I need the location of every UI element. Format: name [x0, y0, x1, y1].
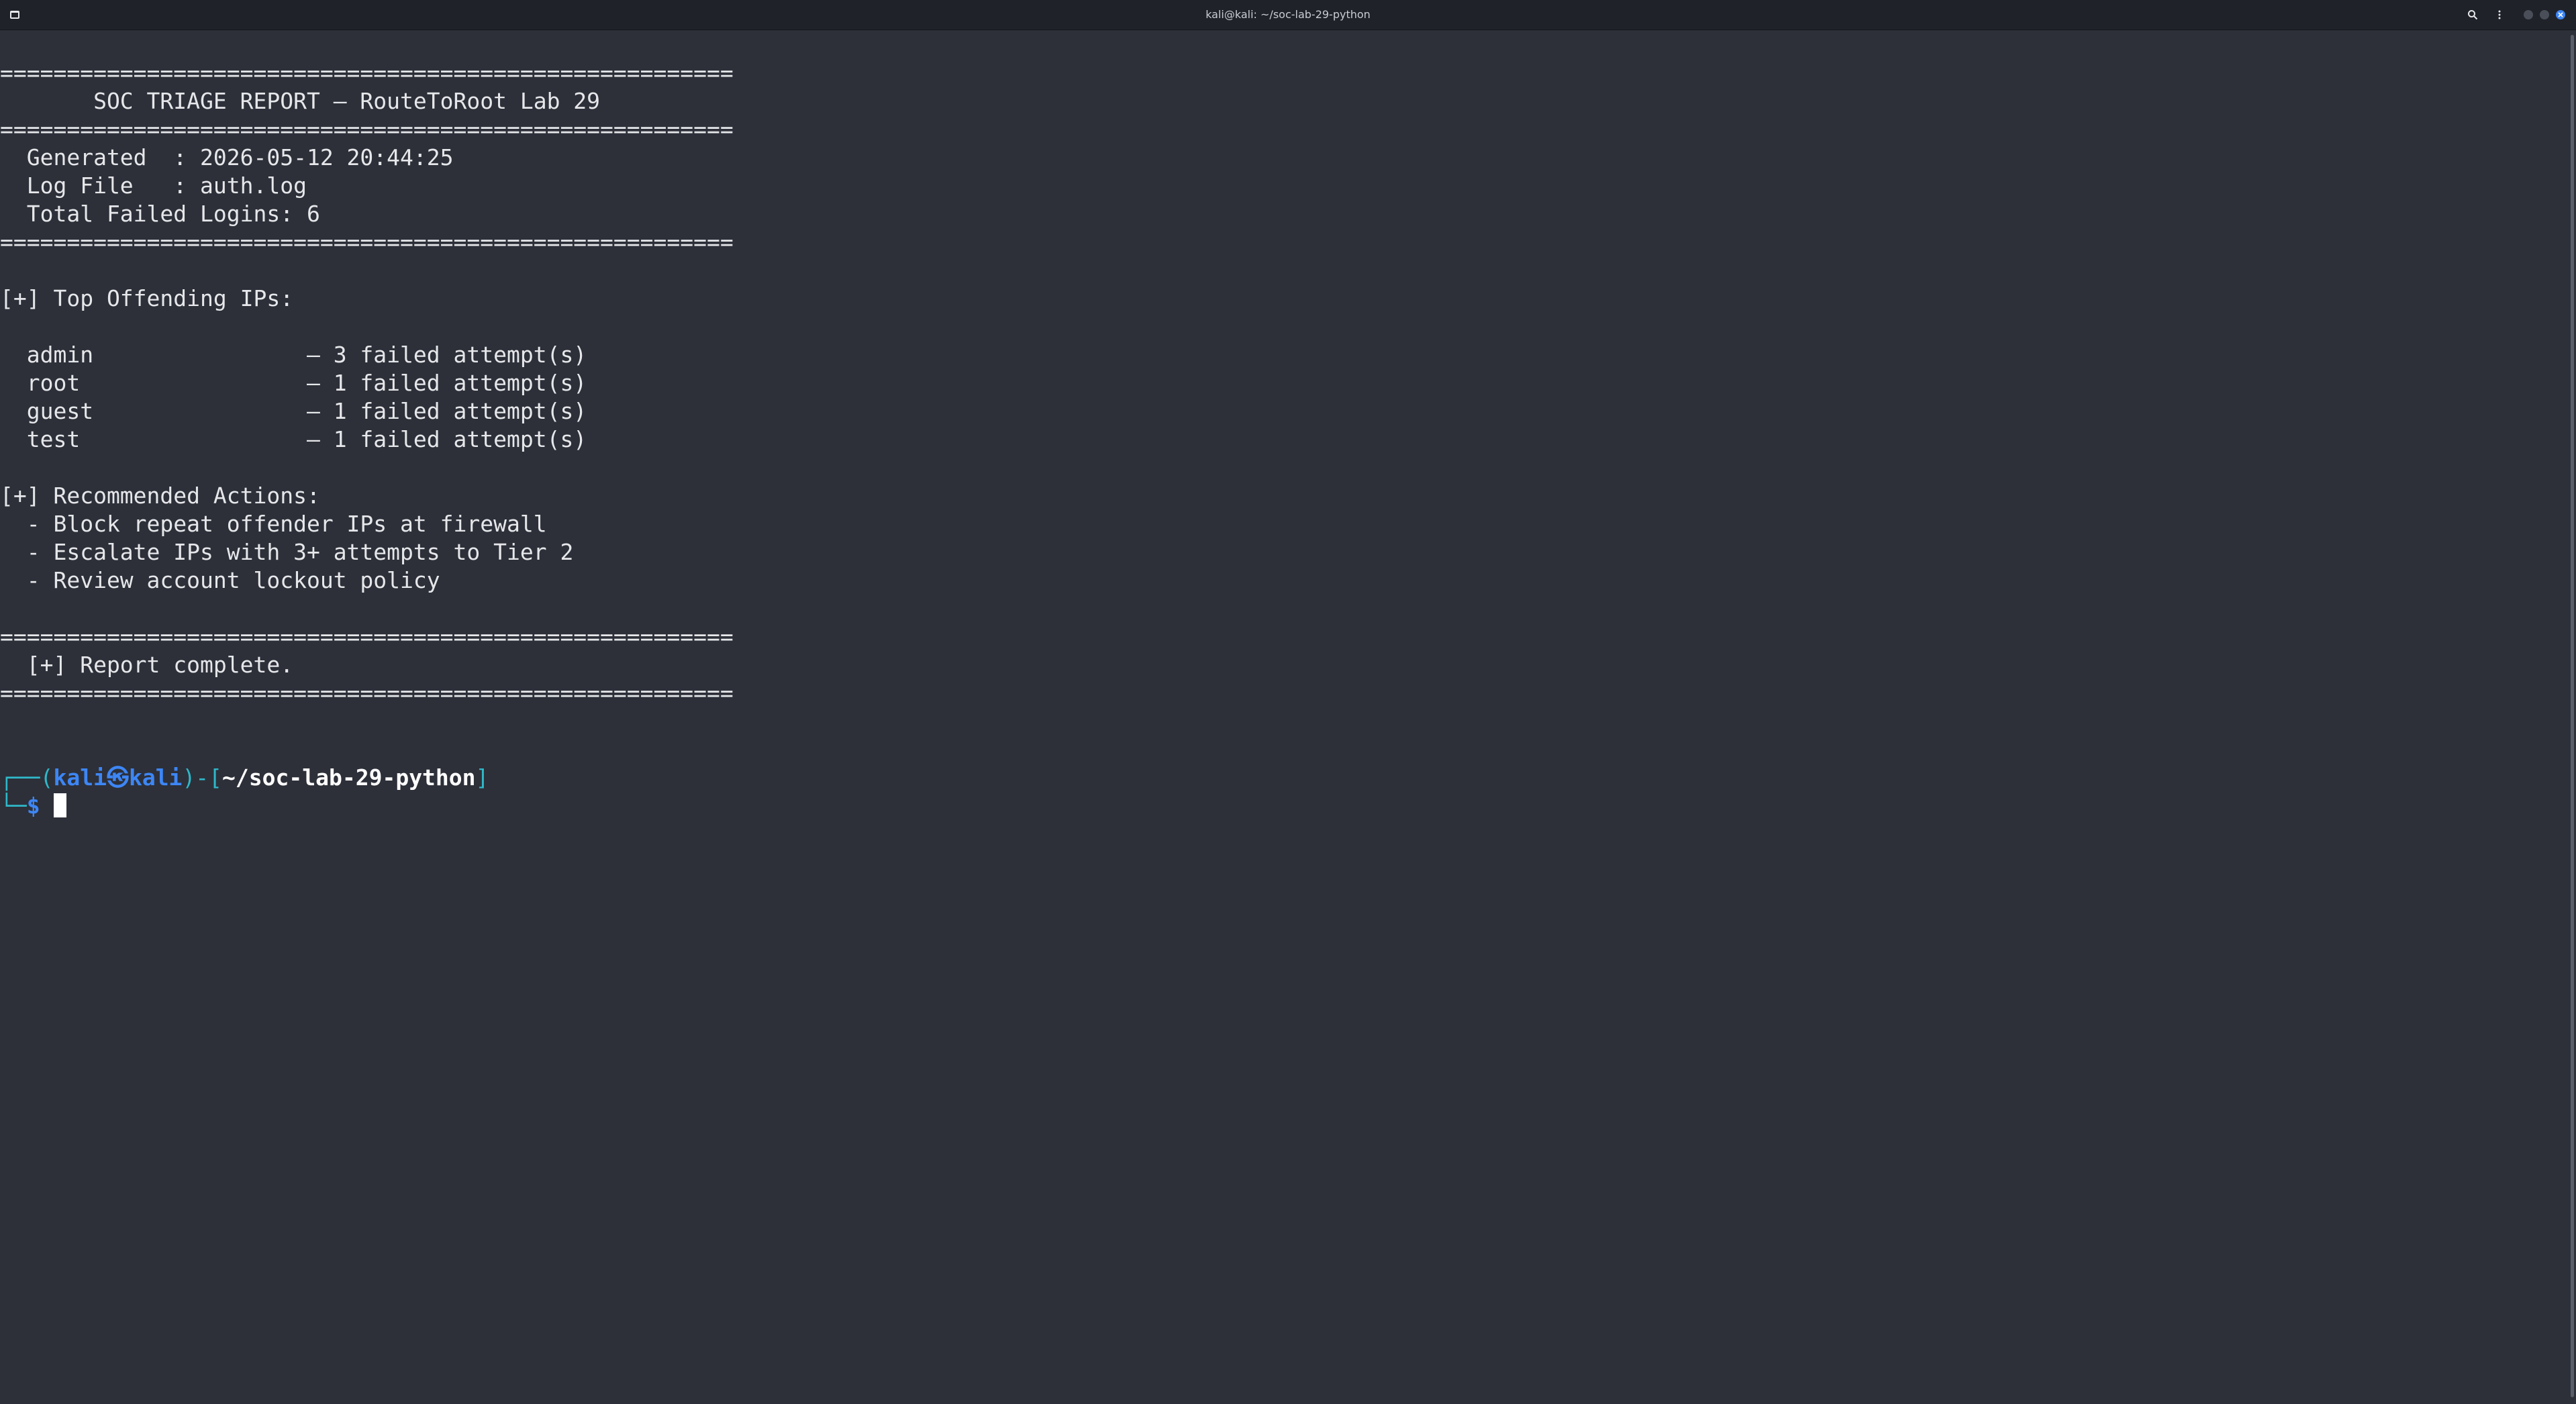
window-title: kali@kali: ~/soc-lab-29-python — [1205, 8, 1371, 21]
report-log-file: Log File : auth.log — [0, 172, 307, 199]
report-total-failed: Total Failed Logins: 6 — [0, 201, 320, 227]
offenders-heading: [+] Top Offending IPs: — [0, 285, 294, 311]
report-complete: [+] Report complete. — [0, 652, 294, 678]
prompt-frame-top: ┌──( — [0, 764, 54, 791]
report-generated: Generated : 2026-05-12 20:44:25 — [0, 144, 454, 170]
action-item: - Review account lockout policy — [0, 567, 440, 593]
terminal-output[interactable]: ========================================… — [0, 31, 2564, 1400]
prompt-path: ~/soc-lab-29-python — [222, 764, 476, 791]
report-title: SOC TRIAGE REPORT — RouteToRoot Lab 29 — [0, 88, 601, 114]
report-separator: ========================================… — [0, 680, 734, 706]
prompt-line-1: ┌──(kali㉿kali)-[~/soc-lab-29-python] — [0, 764, 2564, 792]
report-separator: ========================================… — [0, 60, 734, 86]
text-cursor[interactable] — [53, 793, 66, 817]
prompt-user-host: kali㉿kali — [53, 764, 183, 791]
close-icon[interactable] — [2556, 10, 2565, 19]
offender-row: test — 1 failed attempt(s) — [0, 426, 587, 452]
kebab-menu-icon[interactable] — [2491, 7, 2508, 23]
title-bar[interactable]: kali@kali: ~/soc-lab-29-python — [0, 0, 2576, 30]
minimize-icon[interactable] — [2524, 10, 2533, 19]
offender-row: root — 1 failed attempt(s) — [0, 370, 587, 396]
report-separator: ========================================… — [0, 116, 734, 142]
report-separator: ========================================… — [0, 229, 734, 255]
offender-row: guest — 1 failed attempt(s) — [0, 398, 587, 424]
actions-heading: [+] Recommended Actions: — [0, 483, 320, 509]
prompt-line-2[interactable]: └─$ — [0, 792, 2564, 820]
vertical-scrollbar[interactable] — [2568, 31, 2576, 1404]
action-item: - Escalate IPs with 3+ attempts to Tier … — [0, 539, 574, 565]
action-item: - Block repeat offender IPs at firewall — [0, 511, 547, 537]
scrollbar-thumb[interactable] — [2571, 35, 2574, 1397]
search-icon[interactable] — [2465, 7, 2481, 23]
offender-row: admin — 3 failed attempt(s) — [0, 342, 587, 368]
prompt-frame-bottom: └─ — [0, 793, 27, 819]
prompt-frame-close: ] — [475, 764, 489, 791]
terminal-window: kali@kali: ~/soc-lab-29-python =========… — [0, 0, 2576, 1404]
prompt-frame-mid: )-[ — [182, 764, 223, 791]
maximize-icon[interactable] — [2540, 10, 2549, 19]
prompt-dollar: $ — [26, 793, 54, 819]
report-separator: ========================================… — [0, 623, 734, 650]
